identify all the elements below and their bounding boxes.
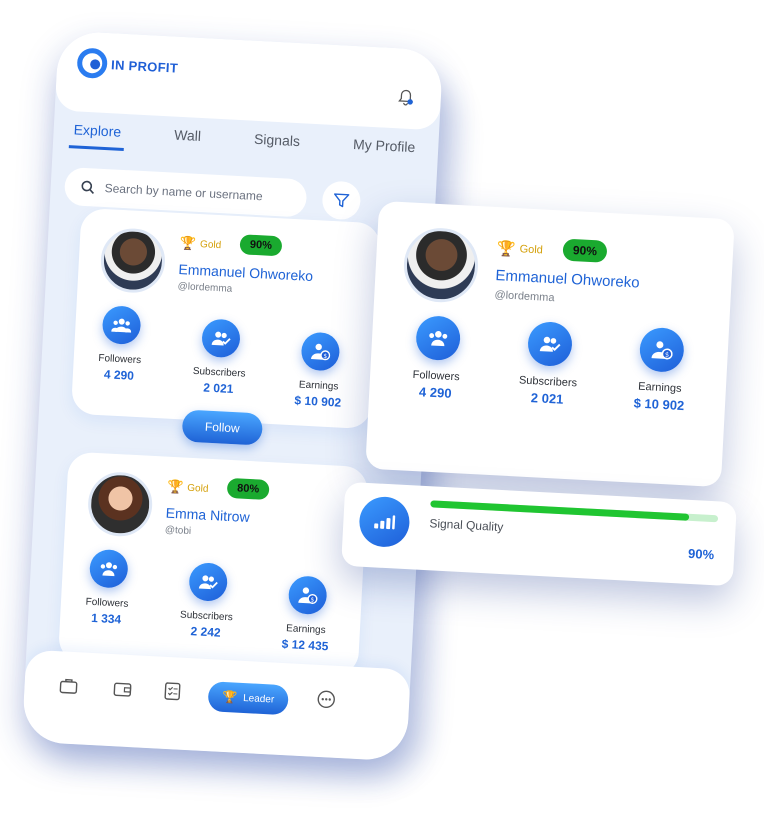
profile-name[interactable]: Emmanuel Ohworeko [178, 261, 313, 284]
subscribers-icon [201, 318, 241, 359]
signal-quality-value: 90% [687, 545, 715, 563]
stat-subscribers: Subscribers 2 021 [497, 319, 601, 408]
profile-name[interactable]: Emma Nitrow [165, 505, 250, 525]
earnings-icon: $ [638, 326, 685, 373]
stat-followers: Followers 4 290 [79, 304, 163, 384]
app-header: IN PROFIT [54, 30, 444, 131]
success-rate-badge: 80% [226, 477, 270, 501]
tier-badge: 🏆 Gold [179, 235, 222, 251]
trophy-icon: 🏆 [496, 240, 517, 259]
avatar [402, 226, 480, 305]
followers-icon [88, 548, 129, 589]
nav-leader-button[interactable]: 🏆 Leader [207, 681, 289, 716]
stat-subscribers: Subscribers 2 242 [165, 561, 249, 641]
tier-badge: 🏆 Gold [496, 240, 544, 259]
briefcase-icon[interactable] [58, 675, 79, 696]
search-icon [81, 180, 95, 194]
checklist-icon[interactable] [162, 681, 183, 702]
profile-handle: @lordemma [494, 289, 555, 305]
followers-icon [101, 305, 142, 346]
avatar [86, 470, 154, 538]
profile-card: 🏆 Gold 80% Emma Nitrow @tobi Followers 1… [57, 451, 369, 677]
trophy-icon: 🏆 [179, 235, 197, 251]
filter-icon [334, 193, 350, 208]
tab-explore[interactable]: Explore [68, 117, 126, 151]
stat-subscribers: Subscribers 2 021 [178, 317, 262, 397]
svg-text:$: $ [665, 351, 670, 359]
stat-earnings: $ Earnings $ 12 435 [265, 574, 349, 654]
svg-text:$: $ [323, 353, 327, 360]
brand-name: IN PROFIT [110, 56, 179, 76]
stat-followers: Followers 1 334 [66, 548, 150, 628]
success-rate-badge: 90% [562, 238, 608, 263]
signal-bars-icon [358, 495, 411, 549]
profile-card: 🏆 Gold 90% Emmanuel Ohworeko @lordemma F… [70, 207, 382, 430]
floating-profile-card: 🏆 Gold 90% Emmanuel Ohworeko @lordemma F… [365, 200, 735, 488]
trophy-icon: 🏆 [221, 689, 238, 705]
wallet-icon[interactable] [112, 678, 133, 699]
trophy-icon: 🏆 [166, 478, 184, 495]
brand-logo: IN PROFIT [76, 47, 178, 82]
more-icon[interactable] [316, 689, 337, 710]
tier-badge: 🏆 Gold [166, 478, 209, 495]
subscribers-icon [188, 562, 229, 602]
profile-handle: @lordemma [177, 280, 233, 295]
stat-earnings: $ Earnings $ 10 902 [609, 325, 713, 414]
earnings-icon: $ [287, 575, 328, 616]
earnings-icon: $ [300, 331, 341, 372]
stat-earnings: $ Earnings $ 10 902 [278, 330, 362, 410]
signal-quality-label: Signal Quality [429, 516, 504, 535]
search-placeholder: Search by name or username [104, 181, 263, 204]
profile-name[interactable]: Emmanuel Ohworeko [495, 267, 640, 292]
tab-my-profile[interactable]: My Profile [348, 132, 420, 167]
subscribers-icon [526, 320, 574, 368]
tab-wall[interactable]: Wall [169, 122, 205, 155]
tab-signals[interactable]: Signals [249, 127, 304, 161]
followers-icon [415, 315, 462, 362]
svg-text:$: $ [310, 596, 314, 603]
bell-icon[interactable] [396, 88, 415, 107]
coin-logo-icon [76, 47, 108, 79]
avatar [99, 226, 167, 295]
stat-followers: Followers 4 290 [385, 314, 489, 403]
follow-button[interactable]: Follow [181, 409, 264, 446]
success-rate-badge: 90% [239, 234, 283, 257]
filter-button[interactable] [321, 180, 362, 221]
profile-handle: @tobi [164, 524, 192, 538]
